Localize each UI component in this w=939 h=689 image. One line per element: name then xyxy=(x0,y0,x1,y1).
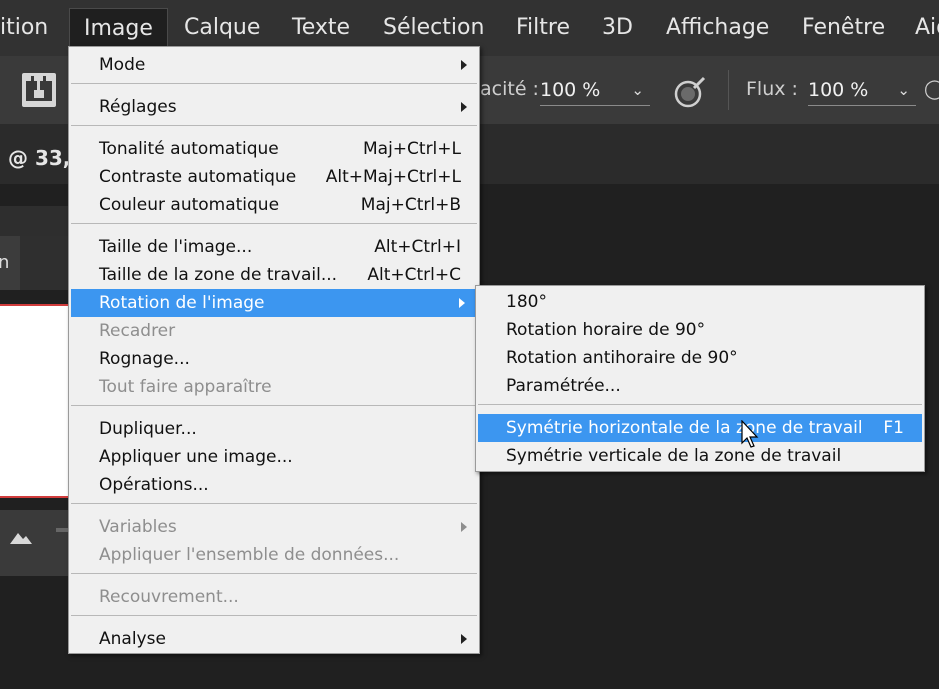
pressure-opacity-icon[interactable]: ◯ xyxy=(924,78,939,100)
submenu-item-rotation-antihoraire[interactable]: Rotation antihoraire de 90° xyxy=(476,344,924,372)
menu-item-analyse[interactable]: Analyse xyxy=(69,625,479,653)
menu-item-rotation[interactable]: Rotation de l'image xyxy=(71,289,477,317)
submenu-arrow-icon xyxy=(461,634,467,644)
menu-separator xyxy=(71,503,477,504)
menu-item-tout-faire-apparaitre[interactable]: Tout faire apparaître xyxy=(69,373,479,401)
submenu-item-parametree[interactable]: Paramétrée... xyxy=(476,372,924,400)
submenu-item-rotation-horaire[interactable]: Rotation horaire de 90° xyxy=(476,316,924,344)
menu-selection[interactable]: Sélection xyxy=(383,8,484,48)
menu-filtre[interactable]: Filtre xyxy=(516,8,570,48)
opacity-field[interactable]: 100 % ⌄ xyxy=(540,76,650,106)
mountain-icon[interactable] xyxy=(10,530,32,544)
menu-item-rognage[interactable]: Rognage... xyxy=(69,345,479,373)
menu-item-contraste-auto[interactable]: Contraste automatique Alt+Maj+Ctrl+L xyxy=(69,163,479,191)
submenu-arrow-icon xyxy=(461,522,467,532)
menu-item-recadrer[interactable]: Recadrer xyxy=(69,317,479,345)
chevron-down-icon[interactable]: ⌄ xyxy=(897,76,910,104)
submenu-item-symetrie-verticale[interactable]: Symétrie verticale de la zone de travail xyxy=(476,442,924,470)
menu-edition[interactable]: ition xyxy=(0,8,48,48)
canvas-preview xyxy=(0,304,70,498)
divider xyxy=(728,70,729,110)
menu-fenetre[interactable]: Fenêtre xyxy=(802,8,885,48)
submenu-arrow-icon xyxy=(461,102,467,112)
rotation-submenu: 180° Rotation horaire de 90° Rotation an… xyxy=(475,285,925,472)
menu-calque[interactable]: Calque xyxy=(184,8,260,48)
menu-item-recouvrement[interactable]: Recouvrement... xyxy=(69,583,479,611)
menu-separator xyxy=(71,573,477,574)
brush-preset-icon[interactable] xyxy=(22,73,56,107)
menu-separator xyxy=(71,83,477,84)
menu-item-appliquer-image[interactable]: Appliquer une image... xyxy=(69,443,479,471)
submenu-item-symetrie-horizontale[interactable]: Symétrie horizontale de la zone de trava… xyxy=(478,414,922,442)
airbrush-icon[interactable] xyxy=(672,74,708,110)
menu-item-couleur-auto[interactable]: Couleur automatique Maj+Ctrl+B xyxy=(69,191,479,219)
menu-item-tonalite-auto[interactable]: Tonalité automatique Maj+Ctrl+L xyxy=(69,135,479,163)
menu-separator xyxy=(478,404,922,405)
opacity-label: acité : xyxy=(480,78,539,100)
menu-image[interactable]: Image xyxy=(69,8,168,48)
image-menu: Mode Réglages Tonalité automatique Maj+C… xyxy=(68,46,480,654)
panel-tab[interactable]: n xyxy=(0,236,20,290)
menu-texte[interactable]: Texte xyxy=(292,8,350,48)
panel-header xyxy=(0,206,70,236)
menu-item-variables[interactable]: Variables xyxy=(69,513,479,541)
menu-item-mode[interactable]: Mode xyxy=(69,51,479,79)
flow-value: 100 % xyxy=(808,79,869,101)
menu-item-dupliquer[interactable]: Dupliquer... xyxy=(69,415,479,443)
flow-label: Flux : xyxy=(746,78,798,100)
menu-separator xyxy=(71,125,477,126)
panel-tab-label: n xyxy=(0,252,10,273)
menu-separator xyxy=(71,615,477,616)
menu-item-taille-zone[interactable]: Taille de la zone de travail... Alt+Ctrl… xyxy=(69,261,479,289)
menu-separator xyxy=(71,405,477,406)
menu-item-reglages[interactable]: Réglages xyxy=(69,93,479,121)
mouse-cursor-icon xyxy=(741,420,759,448)
submenu-arrow-icon xyxy=(459,298,465,308)
flow-field[interactable]: 100 % ⌄ xyxy=(808,76,916,106)
chevron-down-icon[interactable]: ⌄ xyxy=(631,76,644,104)
menu-affichage[interactable]: Affichage xyxy=(666,8,769,48)
document-tab-title[interactable]: @ 33, xyxy=(8,146,70,170)
menu-aide[interactable]: Aid xyxy=(915,8,939,48)
menu-item-operations[interactable]: Opérations... xyxy=(69,471,479,499)
menu-separator xyxy=(71,223,477,224)
menu-item-taille-image[interactable]: Taille de l'image... Alt+Ctrl+I xyxy=(69,233,479,261)
opacity-value: 100 % xyxy=(540,79,601,101)
submenu-item-180[interactable]: 180° xyxy=(476,288,924,316)
submenu-arrow-icon xyxy=(461,60,467,70)
menu-item-appliquer-ensemble[interactable]: Appliquer l'ensemble de données... xyxy=(69,541,479,569)
panel-tab-empty xyxy=(20,236,70,290)
menu-3d[interactable]: 3D xyxy=(602,8,633,48)
